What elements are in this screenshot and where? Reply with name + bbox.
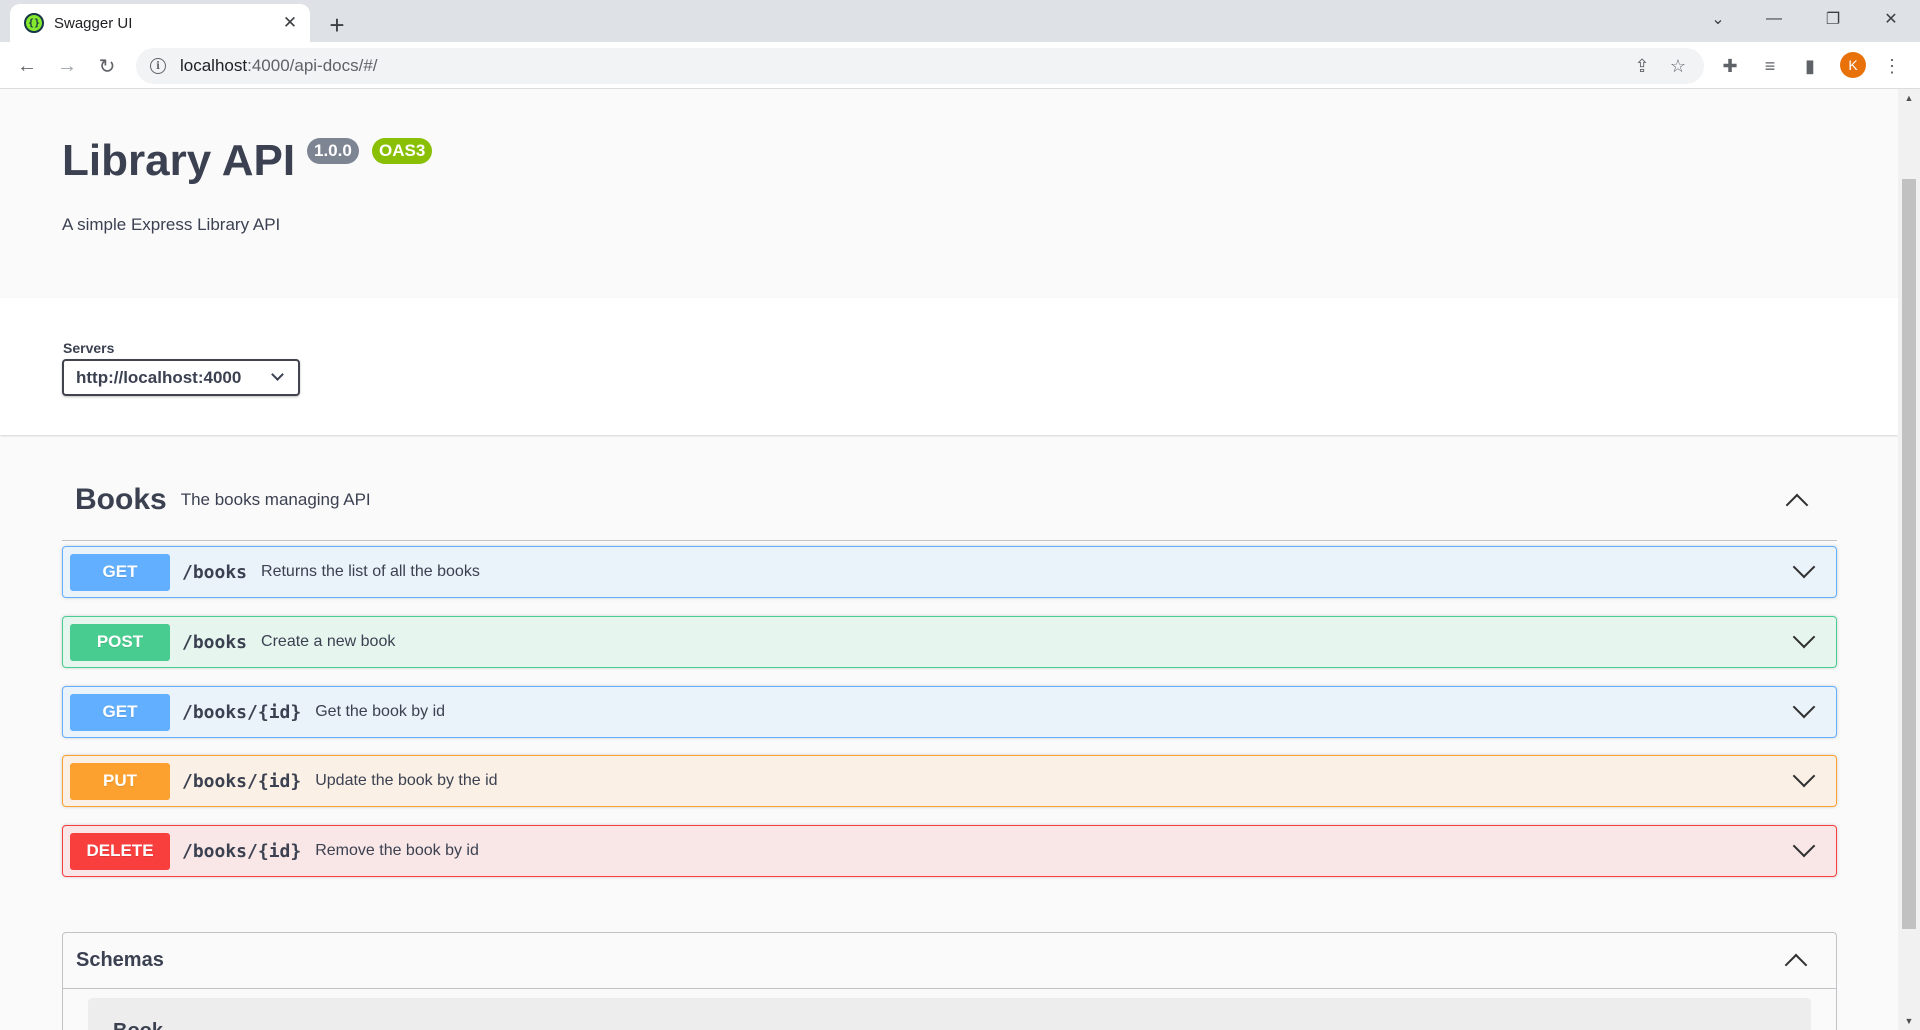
page-scrollbar[interactable]: ▲ ▼ [1898, 89, 1920, 1030]
browser-tab-strip: {} Swagger UI ✕ + ⌄ — ❐ ✕ [0, 0, 1920, 42]
operation-summary: Update the book by the id [315, 772, 498, 789]
browser-toolbar: ← → ↻ i localhost:4000/api-docs/#/ ⇪ ☆ ✚… [0, 42, 1920, 89]
method-badge: POST [70, 623, 170, 661]
back-arrow-icon[interactable]: ← [10, 49, 44, 83]
method-badge: GET [70, 693, 170, 731]
method-badge: DELETE [70, 832, 170, 870]
close-window-button[interactable]: ✕ [1871, 0, 1911, 38]
new-tab-button[interactable]: + [320, 8, 354, 42]
servers-section: Servers http://localhost:4000 [0, 298, 1898, 435]
profile-avatar[interactable]: K [1840, 52, 1866, 78]
api-description: A simple Express Library API [62, 215, 281, 234]
chevron-down-icon[interactable] [1792, 695, 1816, 719]
browser-tab[interactable]: {} Swagger UI ✕ [10, 4, 310, 42]
restore-button[interactable]: ❐ [1813, 0, 1853, 38]
operation-path: /books/{id} [182, 770, 302, 792]
site-info-icon[interactable]: i [150, 58, 166, 74]
api-info-section: Library API 1.0.0 OAS3 A simple Express … [0, 89, 1898, 298]
method-badge: GET [70, 553, 170, 591]
method-badge: PUT [70, 762, 170, 800]
tab-search-icon[interactable]: ⌄ [1698, 0, 1738, 38]
chevron-down-icon [271, 368, 284, 381]
chevron-down-icon[interactable] [1792, 555, 1816, 579]
url-path: :4000/api-docs/#/ [247, 56, 378, 75]
extensions-puzzle-icon[interactable]: ✚ [1712, 49, 1748, 83]
scroll-down-arrow-icon[interactable]: ▼ [1898, 1012, 1920, 1030]
operation-path: /books/{id} [182, 701, 302, 723]
api-title: Library API [62, 136, 296, 185]
operation-path: /books/{id} [182, 840, 302, 862]
server-select[interactable]: http://localhost:4000 [62, 359, 300, 396]
opblock-get-books[interactable]: GET /books Returns the list of all the b… [62, 546, 1837, 598]
scrollbar-thumb[interactable] [1902, 179, 1916, 929]
schemas-title: Schemas [76, 949, 164, 971]
bookmark-star-icon[interactable]: ☆ [1660, 48, 1696, 84]
media-playlist-icon[interactable]: ≡ [1752, 49, 1788, 83]
swagger-logo-icon: {} [24, 13, 44, 33]
side-panel-icon[interactable]: ▮ [1792, 49, 1828, 83]
reload-icon[interactable]: ↻ [90, 49, 124, 83]
server-select-value: http://localhost:4000 [76, 367, 242, 387]
opblock-delete-book-by-id[interactable]: DELETE /books/{id} Remove the book by id [62, 825, 1837, 877]
chevron-down-icon[interactable] [1792, 834, 1816, 858]
address-bar[interactable]: i localhost:4000/api-docs/#/ ⇪ ☆ [136, 48, 1704, 84]
servers-label: Servers [63, 340, 115, 356]
version-badge: 1.0.0 [307, 138, 359, 164]
oas-badge: OAS3 [372, 138, 433, 164]
opblock-put-book-by-id[interactable]: PUT /books/{id} Update the book by the i… [62, 755, 1837, 807]
chevron-down-icon[interactable] [1792, 764, 1816, 788]
swagger-page: Library API 1.0.0 OAS3 A simple Express … [0, 89, 1898, 1030]
operation-summary: Remove the book by id [315, 842, 479, 859]
chevron-down-icon[interactable] [1792, 625, 1816, 649]
operation-summary: Get the book by id [315, 703, 446, 720]
schemas-section: Schemas Book [62, 932, 1837, 1030]
schemas-header[interactable]: Schemas [63, 933, 1836, 989]
tab-title: Swagger UI [54, 14, 133, 32]
tag-header[interactable]: Books The books managing API [62, 459, 1837, 541]
opblock-post-books[interactable]: POST /books Create a new book [62, 616, 1837, 668]
schema-model-book[interactable]: Book [88, 998, 1811, 1030]
close-tab-icon[interactable]: ✕ [280, 13, 300, 33]
chevron-up-icon[interactable] [1784, 953, 1808, 977]
forward-arrow-icon[interactable]: → [50, 49, 84, 83]
operation-path: /books [182, 631, 248, 653]
tag-description: The books managing API [180, 489, 371, 509]
url-host: localhost [180, 56, 248, 75]
operation-path: /books [182, 561, 248, 583]
opblock-get-book-by-id[interactable]: GET /books/{id} Get the book by id [62, 686, 1837, 738]
minimize-button[interactable]: — [1754, 0, 1794, 38]
scroll-up-arrow-icon[interactable]: ▲ [1898, 89, 1920, 107]
operation-summary: Create a new book [261, 633, 396, 650]
tag-name: Books [75, 482, 167, 516]
chevron-up-icon[interactable] [1785, 493, 1809, 517]
books-tag-section: Books The books managing API GET /books … [62, 459, 1837, 877]
schema-model-name: Book [113, 1020, 163, 1030]
url-text[interactable]: localhost:4000/api-docs/#/ [180, 56, 1624, 76]
browser-menu-icon[interactable]: ⋮ [1874, 49, 1910, 83]
operation-summary: Returns the list of all the books [261, 563, 480, 580]
share-icon[interactable]: ⇪ [1624, 48, 1660, 84]
